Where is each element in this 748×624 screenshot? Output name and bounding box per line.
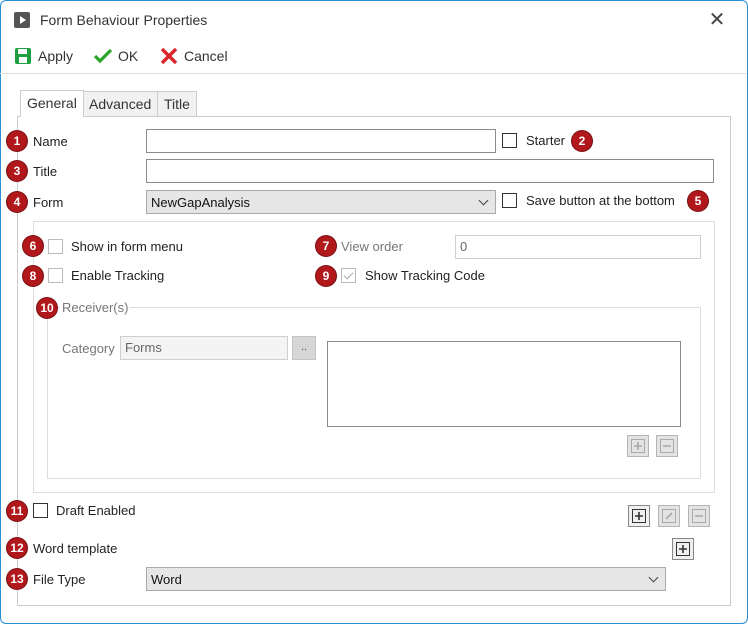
- word-template-label: Word template: [33, 541, 118, 556]
- badge-5: 5: [688, 191, 708, 211]
- badge-13: 13: [7, 569, 27, 589]
- file-type-value: Word: [151, 571, 182, 587]
- cancel-label: Cancel: [184, 48, 228, 64]
- ok-label: OK: [118, 48, 139, 64]
- category-input[interactable]: Forms: [120, 336, 288, 360]
- apply-label: Apply: [38, 48, 74, 64]
- badge-8: 8: [23, 266, 43, 286]
- form-select-value: NewGapAnalysis: [151, 194, 250, 210]
- category-label: Category: [62, 341, 115, 356]
- title-input[interactable]: [146, 159, 714, 183]
- add-word-template-button[interactable]: [672, 538, 694, 560]
- save-bottom-label: Save button at the bottom: [526, 193, 675, 208]
- show-in-menu-checkbox[interactable]: [48, 239, 63, 254]
- draft-enabled-checkbox[interactable]: [33, 503, 48, 518]
- check-icon: [94, 48, 112, 64]
- badge-2: 2: [572, 131, 592, 151]
- name-input[interactable]: [146, 129, 496, 153]
- app-icon: [14, 12, 30, 28]
- save-icon: [15, 48, 31, 64]
- badge-1: 1: [7, 131, 27, 151]
- tab-title[interactable]: Title: [157, 91, 197, 116]
- pencil-icon: [662, 509, 676, 523]
- plus-icon: [676, 542, 690, 556]
- tab-advanced[interactable]: Advanced: [82, 91, 159, 116]
- cross-icon: [160, 47, 178, 65]
- form-label: Form: [33, 195, 64, 210]
- ok-button[interactable]: OK: [94, 44, 138, 68]
- view-order-input[interactable]: 0: [455, 235, 701, 259]
- apply-button[interactable]: Apply: [14, 44, 73, 68]
- category-browse-button[interactable]: ..: [292, 336, 316, 360]
- close-icon[interactable]: ✕: [706, 9, 728, 31]
- show-in-menu-label: Show in form menu: [71, 239, 183, 254]
- toolbar-separator: [0, 73, 746, 74]
- edit-template-button[interactable]: [658, 505, 680, 527]
- badge-6: 6: [23, 236, 43, 256]
- tab-general[interactable]: General: [20, 90, 84, 117]
- enable-tracking-checkbox[interactable]: [48, 268, 63, 283]
- save-bottom-checkbox[interactable]: [502, 193, 517, 208]
- add-receiver-button[interactable]: [627, 435, 649, 457]
- show-tracking-code-label: Show Tracking Code: [365, 268, 485, 283]
- cancel-button[interactable]: Cancel: [160, 44, 228, 68]
- remove-receiver-button[interactable]: [656, 435, 678, 457]
- file-type-select[interactable]: Word: [146, 567, 666, 591]
- plus-icon: [632, 509, 646, 523]
- window-title: Form Behaviour Properties: [40, 12, 208, 28]
- badge-12: 12: [7, 538, 27, 558]
- form-select[interactable]: NewGapAnalysis: [146, 190, 496, 214]
- badge-10: 10: [37, 298, 57, 318]
- receivers-legend: Receiver(s): [60, 300, 131, 316]
- starter-checkbox[interactable]: [502, 133, 517, 148]
- minus-icon: [660, 439, 674, 453]
- draft-enabled-label: Draft Enabled: [56, 503, 136, 518]
- add-template-button[interactable]: [628, 505, 650, 527]
- name-label: Name: [33, 134, 68, 149]
- remove-template-button[interactable]: [688, 505, 710, 527]
- chevron-down-icon: [477, 195, 491, 209]
- title-label: Title: [33, 164, 58, 179]
- receivers-list[interactable]: [327, 341, 681, 427]
- badge-7: 7: [316, 236, 336, 256]
- badge-11: 11: [7, 501, 27, 521]
- plus-icon: [631, 439, 645, 453]
- badge-4: 4: [7, 192, 27, 212]
- starter-label: Starter: [526, 133, 566, 148]
- view-order-label: View order: [341, 239, 403, 254]
- enable-tracking-label: Enable Tracking: [71, 268, 165, 283]
- show-tracking-code-checkbox[interactable]: [341, 268, 356, 283]
- badge-9: 9: [316, 266, 336, 286]
- chevron-down-icon: [647, 572, 661, 586]
- badge-3: 3: [7, 161, 27, 181]
- file-type-label: File Type: [33, 572, 86, 587]
- minus-icon: [692, 509, 706, 523]
